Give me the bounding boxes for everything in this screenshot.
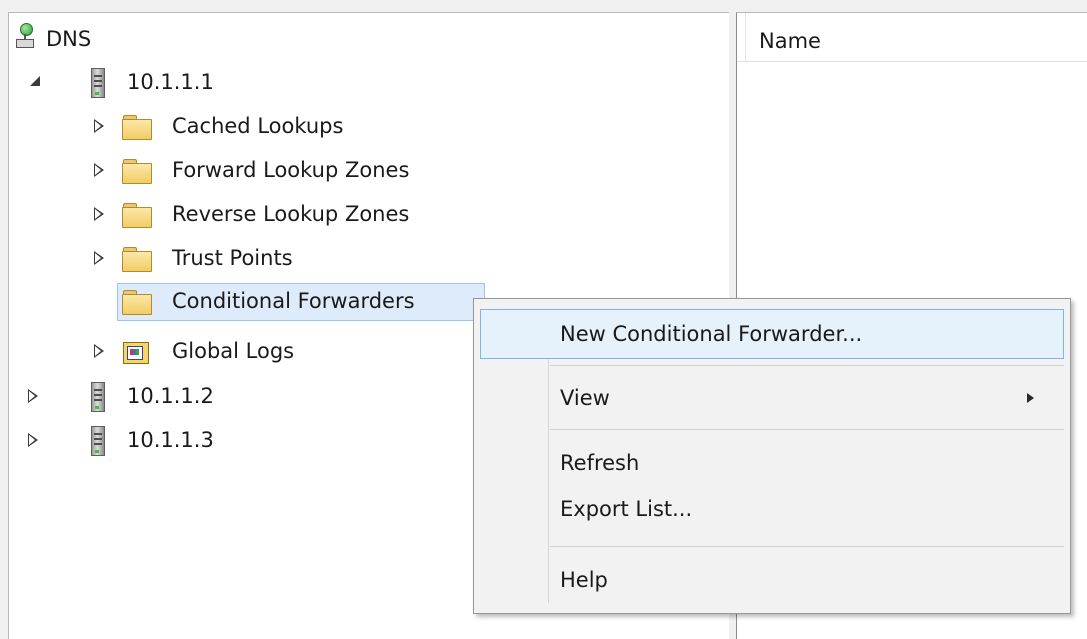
folder-icon xyxy=(122,159,152,184)
menu-item-new-conditional-forwarder[interactable]: New Conditional Forwarder... xyxy=(474,309,1070,359)
column-header-label: Name xyxy=(759,29,821,53)
tree-node-trust-points[interactable]: Trust Points xyxy=(9,240,429,276)
menu-item-refresh[interactable]: Refresh xyxy=(474,440,1070,484)
tree-node-label: Reverse Lookup Zones xyxy=(172,202,410,226)
expand-arrow-icon[interactable] xyxy=(30,76,40,86)
menu-item-label: Refresh xyxy=(560,451,640,475)
tree-node-server-10-1-1-1[interactable]: 10.1.1.1 xyxy=(9,64,309,100)
tree-node-forward-lookup-zones[interactable]: Forward Lookup Zones xyxy=(9,152,479,188)
collapse-arrow-icon[interactable] xyxy=(28,389,38,403)
collapse-arrow-icon[interactable] xyxy=(94,163,104,177)
menu-separator xyxy=(550,546,1064,547)
server-icon xyxy=(91,382,105,412)
collapse-arrow-icon[interactable] xyxy=(94,344,104,358)
menu-item-label: New Conditional Forwarder... xyxy=(560,322,863,346)
menu-item-export-list[interactable]: Export List... xyxy=(474,486,1070,530)
tree-node-label: Forward Lookup Zones xyxy=(172,158,410,182)
tree-node-label: Global Logs xyxy=(172,339,295,363)
menu-item-view[interactable]: View xyxy=(474,375,1070,419)
tree-node-cached-lookups[interactable]: Cached Lookups xyxy=(9,108,429,144)
log-icon xyxy=(123,339,149,364)
server-icon xyxy=(91,426,105,456)
tree-node-dns-root[interactable]: DNS xyxy=(9,21,209,57)
menu-separator xyxy=(550,429,1064,430)
column-divider xyxy=(745,13,746,61)
tree-node-server-10-1-1-2[interactable]: 10.1.1.2 xyxy=(9,378,309,414)
tree-node-server-10-1-1-3[interactable]: 10.1.1.3 xyxy=(9,422,309,458)
submenu-arrow-icon xyxy=(1027,393,1034,403)
folder-icon xyxy=(122,247,152,272)
menu-separator xyxy=(550,365,1064,366)
collapse-arrow-icon[interactable] xyxy=(94,119,104,133)
tree-node-label: Cached Lookups xyxy=(172,114,344,138)
menu-item-label: Help xyxy=(560,568,608,592)
folder-icon xyxy=(122,203,152,228)
collapse-arrow-icon[interactable] xyxy=(28,433,38,447)
collapse-arrow-icon[interactable] xyxy=(94,251,104,265)
tree-node-label: Conditional Forwarders xyxy=(172,289,415,313)
menu-item-label: View xyxy=(560,386,610,410)
tree-node-reverse-lookup-zones[interactable]: Reverse Lookup Zones xyxy=(9,196,479,232)
folder-icon xyxy=(122,290,152,315)
collapse-arrow-icon[interactable] xyxy=(94,207,104,221)
tree-node-global-logs[interactable]: Global Logs xyxy=(9,333,429,369)
tree-node-label: 10.1.1.2 xyxy=(127,384,214,408)
column-header-name[interactable]: Name xyxy=(737,13,1087,62)
context-menu: New Conditional Forwarder... View Refres… xyxy=(473,298,1071,614)
server-icon xyxy=(91,68,105,98)
menu-item-help[interactable]: Help xyxy=(474,557,1070,601)
tree-node-label: 10.1.1.1 xyxy=(127,70,214,94)
tree-node-conditional-forwarders[interactable]: Conditional Forwarders xyxy=(117,283,487,321)
dns-icon xyxy=(15,23,35,49)
tree-node-label: DNS xyxy=(46,27,92,51)
folder-icon xyxy=(122,115,152,140)
tree-node-label: 10.1.1.3 xyxy=(127,428,214,452)
tree-node-label: Trust Points xyxy=(172,246,293,270)
menu-item-label: Export List... xyxy=(560,497,693,521)
